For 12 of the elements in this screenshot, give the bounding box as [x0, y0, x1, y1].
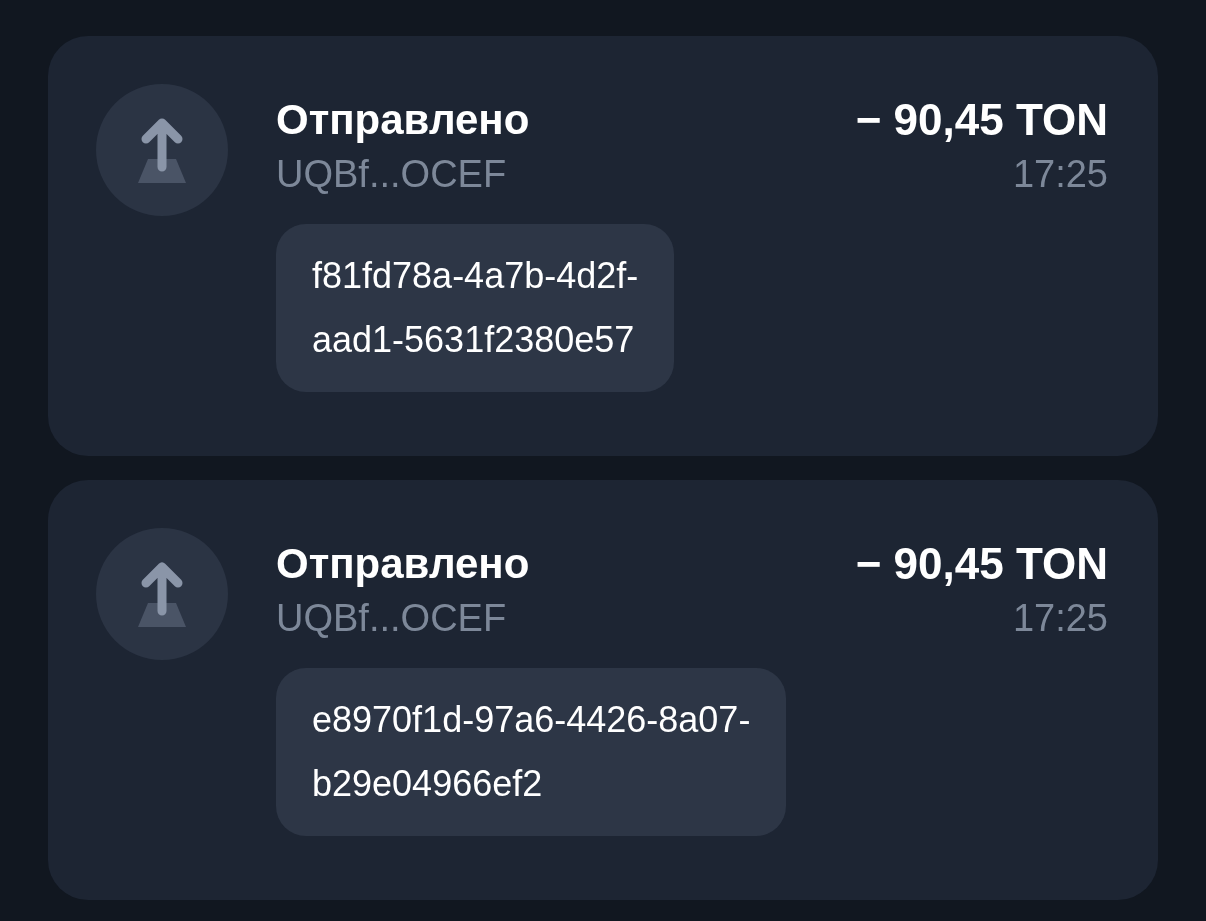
- transaction-title: Отправлено: [276, 539, 530, 589]
- wallet-address: UQBf...OCEF: [276, 152, 508, 197]
- transaction-amount: − 90,45 TON: [855, 94, 1108, 146]
- transaction-card[interactable]: Отправлено UQBf...OCEF − 90,45 TON 17:25 e8970f1d-97a6-4426-8a07- b29e04966ef2: [48, 480, 1158, 900]
- transaction-title: Отправлено: [276, 95, 530, 145]
- wallet-address: UQBf...OCEF: [276, 596, 508, 641]
- transaction-time: 17:25: [1012, 152, 1108, 197]
- comment-bubble: f81fd78a-4a7b-4d2f- aad1-5631f2380e57: [276, 224, 675, 392]
- transaction-time: 17:25: [1012, 596, 1108, 641]
- transaction-card[interactable]: Отправлено UQBf...OCEF − 90,45 TON 17:25 f81fd78a-4a7b-4d2f- aad1-5631f2380e57: [48, 36, 1158, 456]
- comment-bubble: e8970f1d-97a6-4426-8a07- b29e04966ef2: [276, 668, 787, 836]
- transaction-amount: − 90,45 TON: [855, 538, 1108, 590]
